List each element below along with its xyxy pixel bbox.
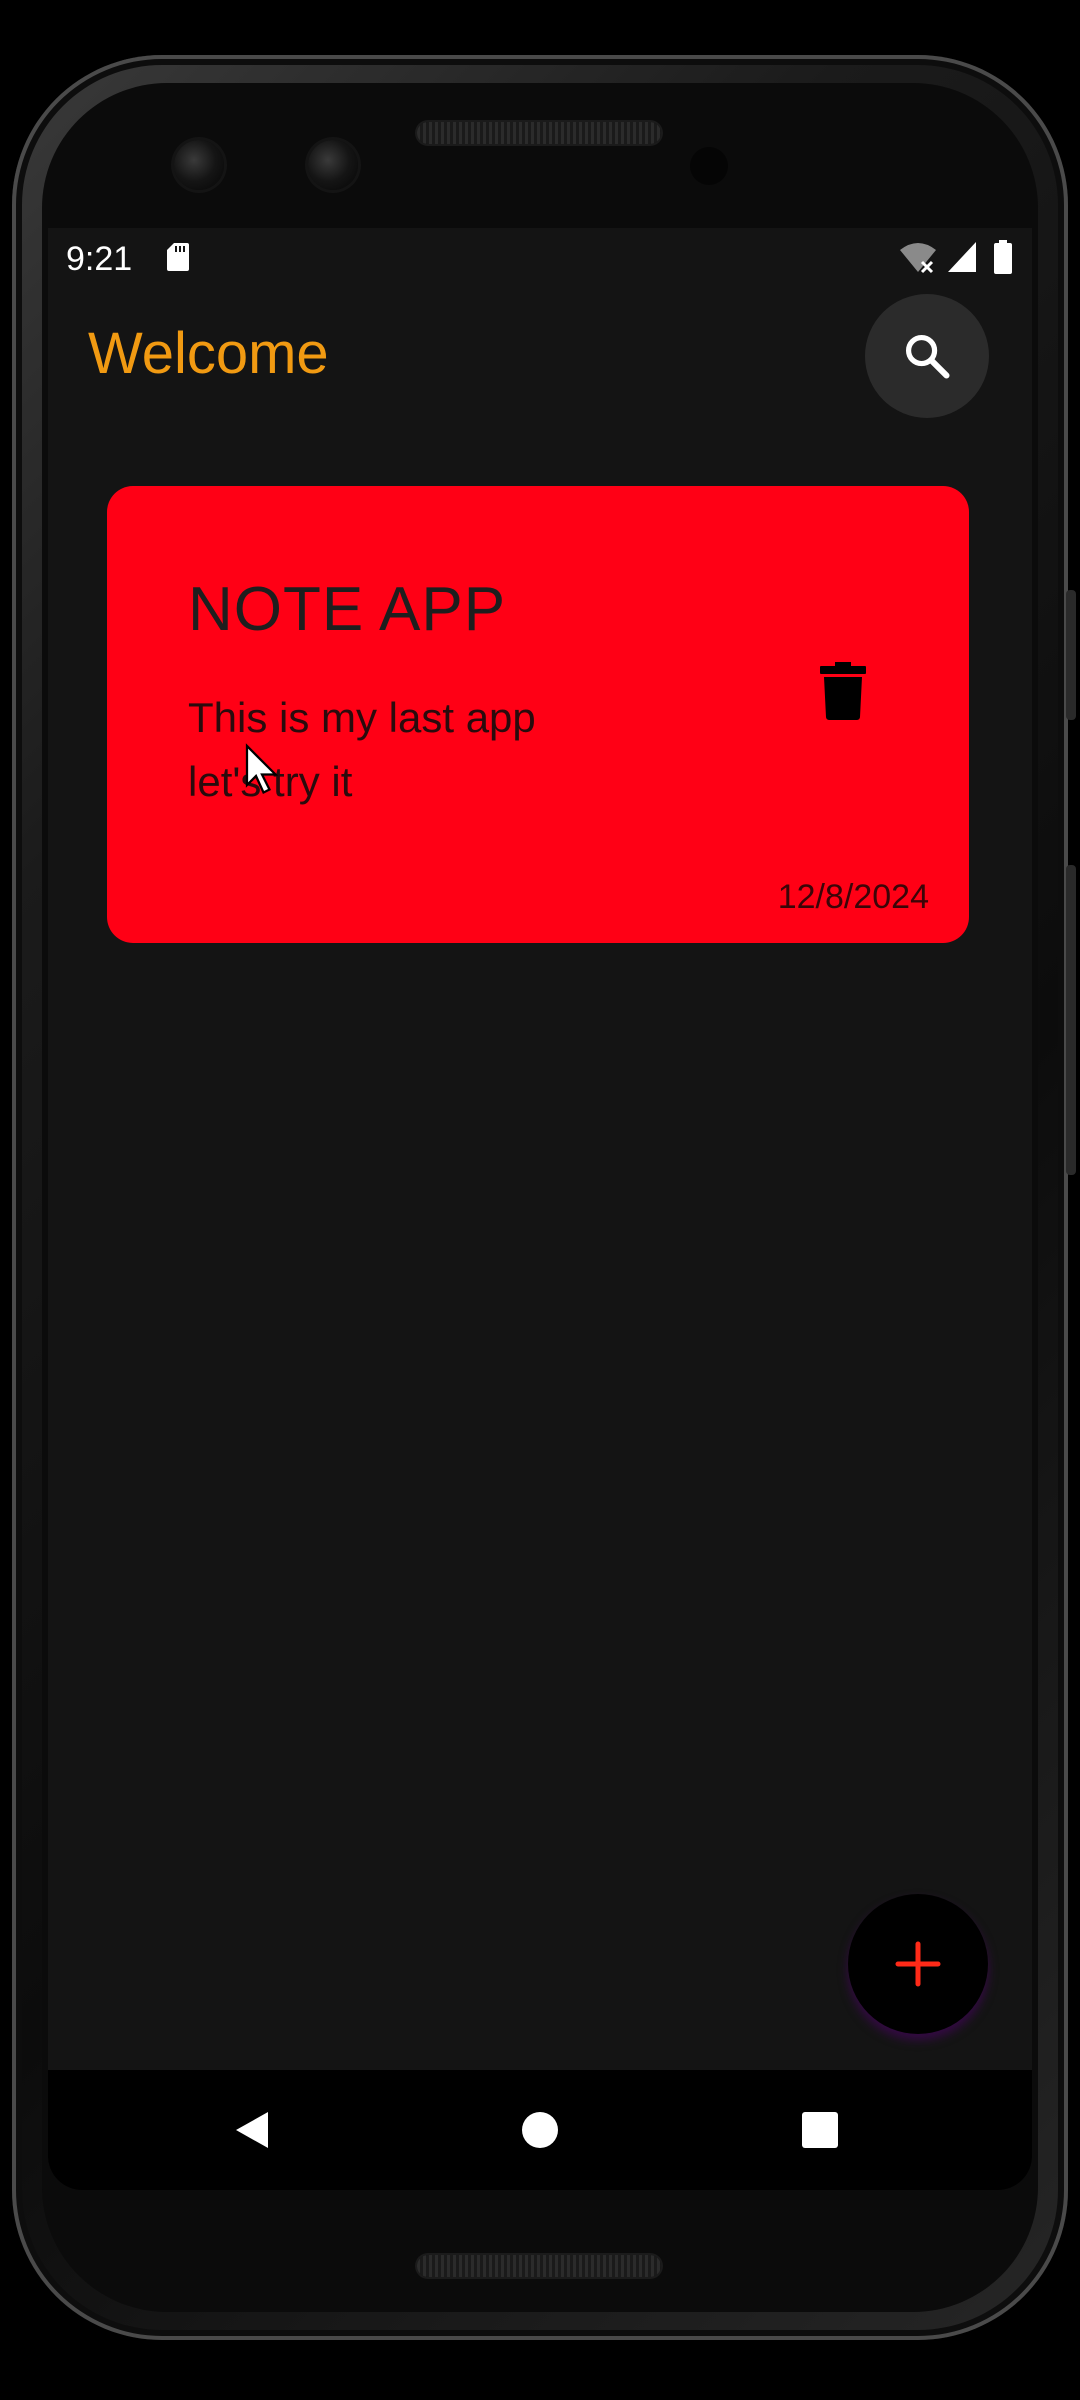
power-button bbox=[1066, 590, 1076, 720]
front-camera-2 bbox=[308, 140, 358, 190]
recents-icon bbox=[802, 2112, 838, 2148]
trash-icon bbox=[820, 662, 866, 720]
app-screen: 9:21 Welcome NOTE APP This is my last ap… bbox=[48, 228, 1032, 2190]
system-nav-bar bbox=[48, 2070, 1032, 2190]
delete-note-button[interactable] bbox=[811, 656, 875, 726]
status-bar: 9:21 bbox=[48, 228, 1032, 288]
back-icon bbox=[236, 2112, 268, 2148]
nav-recents-button[interactable] bbox=[790, 2100, 850, 2160]
earpiece-speaker bbox=[417, 122, 661, 144]
status-icons bbox=[892, 240, 1012, 276]
battery-icon bbox=[994, 240, 1012, 274]
plus-icon bbox=[895, 1941, 941, 1987]
nav-home-button[interactable] bbox=[510, 2100, 570, 2160]
note-card[interactable]: NOTE APP This is my last app let's try i… bbox=[107, 486, 969, 943]
home-icon bbox=[522, 2112, 558, 2148]
sd-card-icon bbox=[167, 243, 189, 271]
mouse-cursor-icon bbox=[245, 743, 279, 795]
bottom-speaker bbox=[417, 2255, 661, 2277]
add-note-button[interactable] bbox=[848, 1894, 988, 2034]
search-button[interactable] bbox=[865, 294, 989, 418]
search-icon bbox=[905, 334, 950, 379]
device-frame: 9:21 Welcome NOTE APP This is my last ap… bbox=[0, 0, 1080, 2400]
page-title: Welcome bbox=[88, 321, 329, 386]
status-time: 9:21 bbox=[66, 240, 133, 278]
front-camera bbox=[174, 140, 224, 190]
note-title: NOTE APP bbox=[188, 575, 507, 644]
volume-button bbox=[1066, 865, 1076, 1175]
nav-back-button[interactable] bbox=[222, 2100, 282, 2160]
cellular-signal-icon bbox=[948, 242, 976, 272]
wifi-off-icon bbox=[900, 243, 936, 274]
proximity-sensor bbox=[690, 147, 728, 185]
note-date: 12/8/2024 bbox=[777, 878, 929, 916]
